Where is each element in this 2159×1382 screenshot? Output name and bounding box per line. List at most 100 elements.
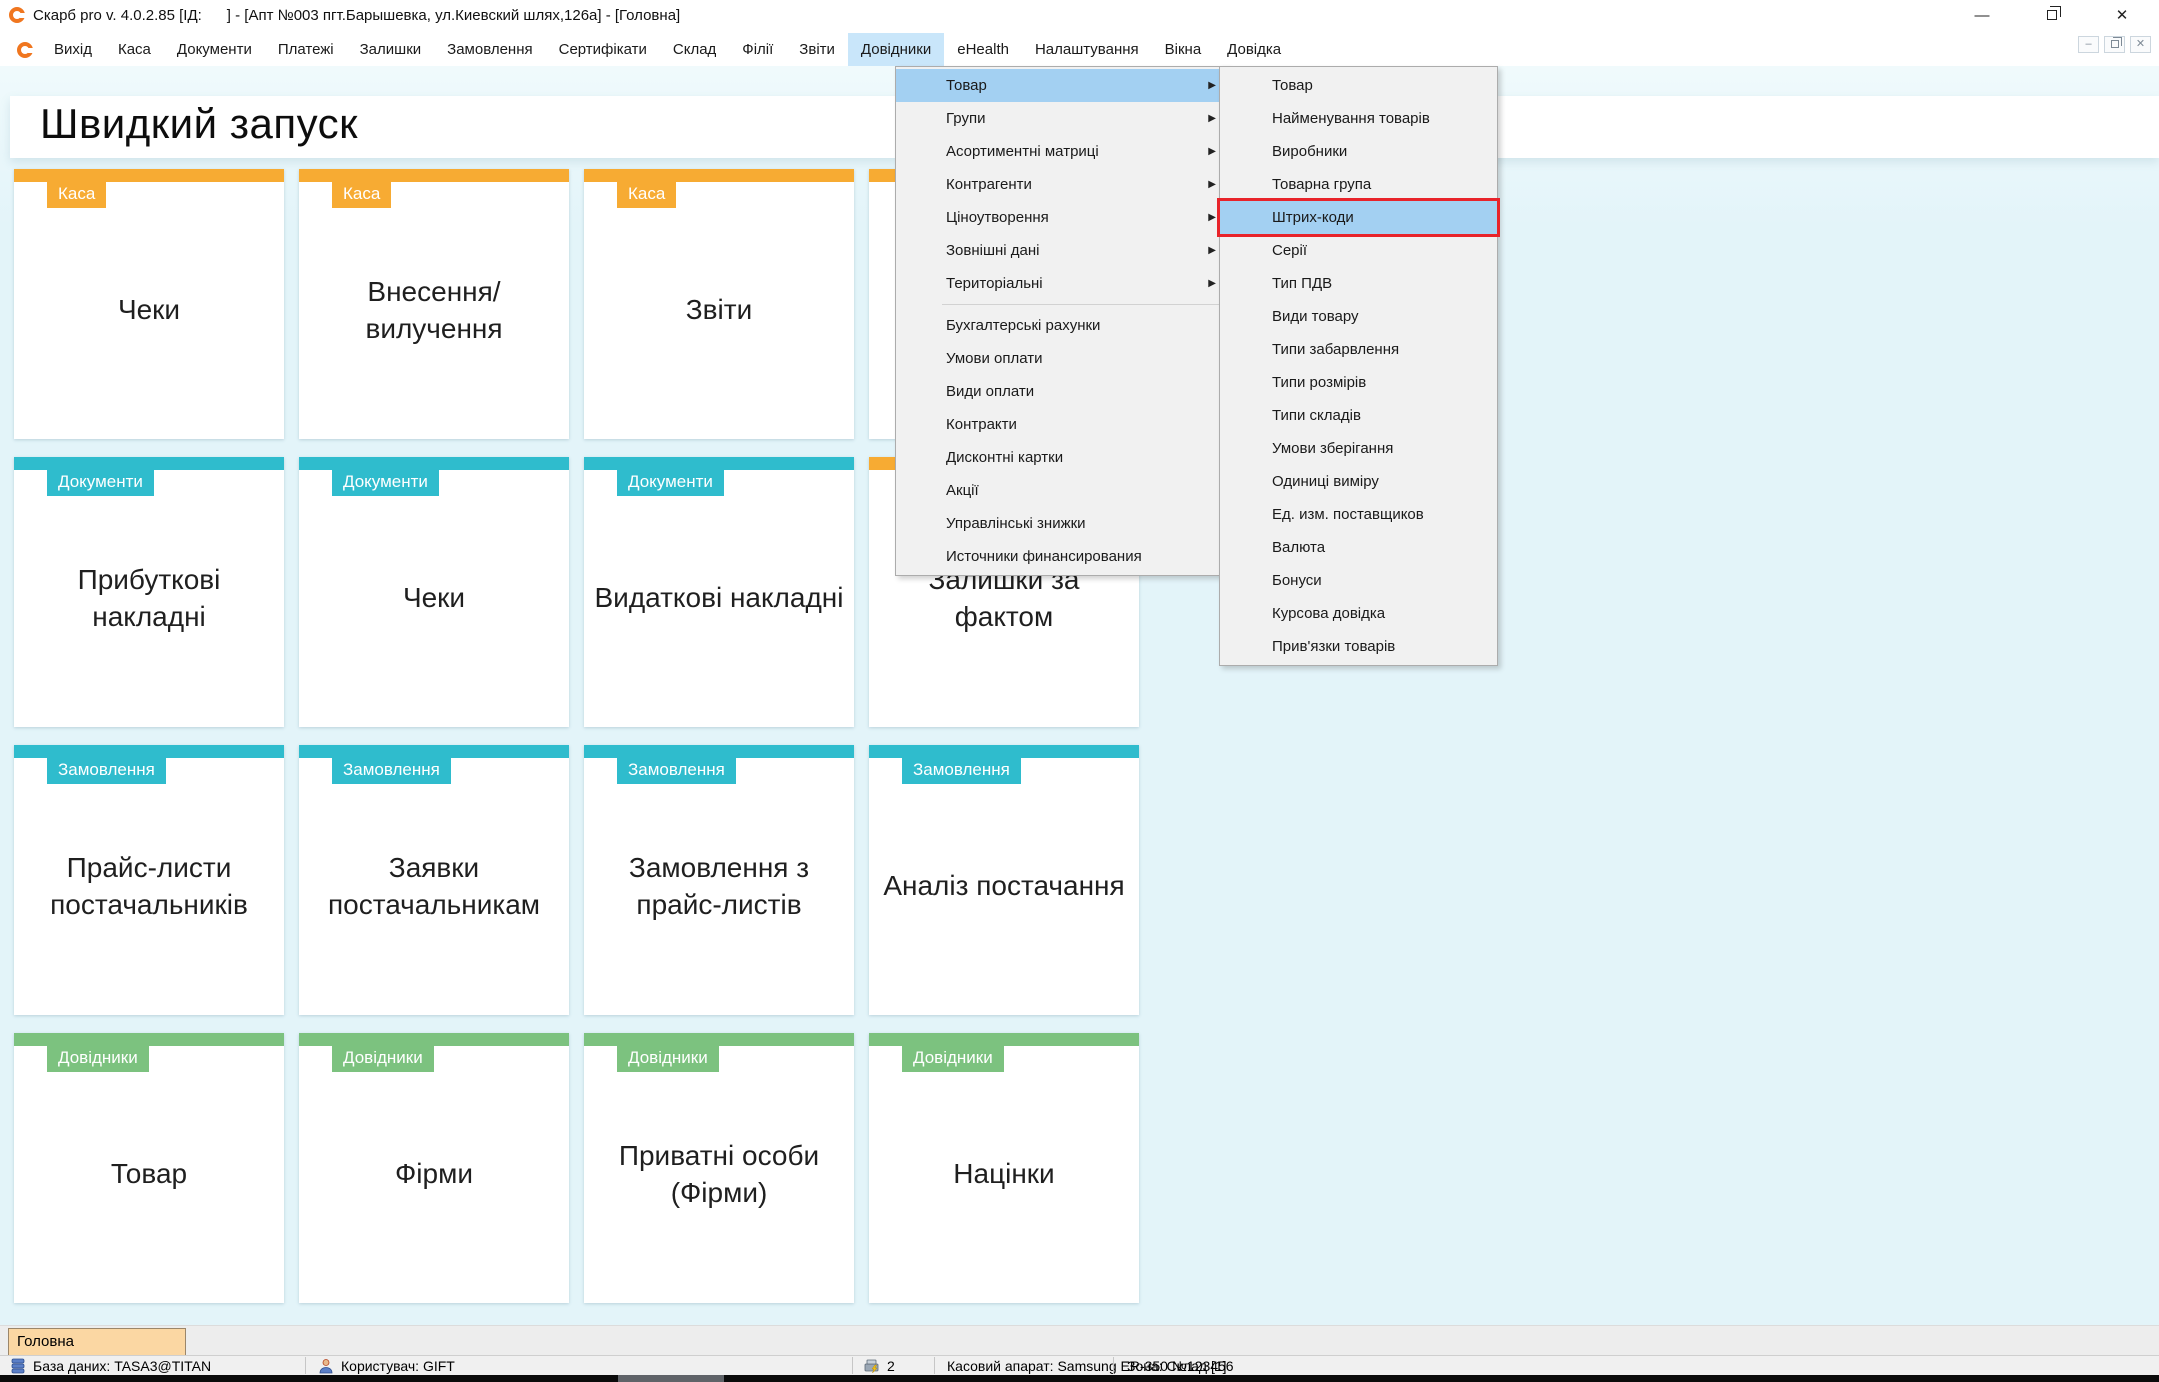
submenu-arrow-icon: ▶ — [1208, 201, 1216, 234]
tile-cheky-kasa[interactable]: КасаЧеки — [14, 169, 284, 439]
tile-natsinky[interactable]: ДовідникиНацінки — [869, 1033, 1139, 1303]
mdi-restore-button[interactable] — [2104, 36, 2125, 53]
tab-row: Головна — [0, 1325, 2159, 1355]
mdi-restore-icon — [2111, 40, 2119, 48]
tile-zaiavky-postachalnykam[interactable]: ЗамовленняЗаявки постачальникам — [299, 745, 569, 1015]
tile-analiz-postachannia[interactable]: ЗамовленняАналіз постачання — [869, 745, 1139, 1015]
tile-vnesennia-vyluchennia[interactable]: КасаВнесення/вилучення — [299, 169, 569, 439]
submenu-item-ed-izm-postavshchikov[interactable]: Ед. изм. поставщиков — [1220, 498, 1497, 531]
menu-item-tovar[interactable]: Товар▶ — [896, 69, 1227, 102]
close-button[interactable]: ✕ — [2099, 0, 2145, 30]
menu-item-asortymentni-matrytsi[interactable]: Асортиментні матриці▶ — [896, 135, 1227, 168]
tile-prybutkovi-nakladni[interactable]: ДокументиПрибуткові накладні — [14, 457, 284, 727]
tile-pryvatni-osoby-firmy[interactable]: ДовідникиПриватні особи (Фірми) — [584, 1033, 854, 1303]
submenu-item-tovar[interactable]: Товар — [1220, 69, 1497, 102]
tovar-submenu: Товар Найменування товарів Виробники Тов… — [1219, 66, 1498, 666]
submenu-arrow-icon: ▶ — [1208, 135, 1216, 168]
submenu-item-kursova-dovidka[interactable]: Курсова довідка — [1220, 597, 1497, 630]
menubar-item-dovidka[interactable]: Довідка — [1214, 33, 1294, 66]
tile-zamovlennia-z-price-lystiv[interactable]: ЗамовленняЗамовлення з прайс-листів — [584, 745, 854, 1015]
tile-vydatkovi-nakladni[interactable]: ДокументиВидаткові накладні — [584, 457, 854, 727]
menubar-item-zalyshky[interactable]: Залишки — [347, 33, 435, 66]
tile-cheky-dokumenty[interactable]: ДокументиЧеки — [299, 457, 569, 727]
menubar-item-sertyfikaty[interactable]: Сертифікати — [546, 33, 660, 66]
submenu-item-serii[interactable]: Серії — [1220, 234, 1497, 267]
menubar-item-sklad[interactable]: Склад — [660, 33, 729, 66]
restore-button[interactable] — [2029, 0, 2075, 30]
menubar-item-zvity[interactable]: Звіти — [786, 33, 848, 66]
tile-label: Звіти — [584, 182, 854, 439]
submenu-item-valiuta[interactable]: Валюта — [1220, 531, 1497, 564]
tile-tovar[interactable]: ДовідникиТовар — [14, 1033, 284, 1303]
submenu-item-typ-pdv[interactable]: Тип ПДВ — [1220, 267, 1497, 300]
menu-item-vydy-oplaty[interactable]: Види оплати — [896, 375, 1227, 408]
menubar: Вихід Каса Документи Платежі Залишки Зам… — [0, 30, 2159, 66]
submenu-item-vyrobnyky[interactable]: Виробники — [1220, 135, 1497, 168]
menubar-item-filii[interactable]: Філії — [729, 33, 786, 66]
tile-strip — [584, 745, 854, 758]
tile-strip — [584, 457, 854, 470]
page-title: Швидкий запуск — [40, 100, 358, 148]
submenu-item-shtrykh-kody[interactable]: Штрих-коди — [1220, 201, 1497, 234]
status-user: Користувач: GIFT — [318, 1356, 455, 1376]
menubar-item-nalashtuvannia[interactable]: Налаштування — [1022, 33, 1152, 66]
submenu-item-typy-skladiv[interactable]: Типи складів — [1220, 399, 1497, 432]
tile-label: Приватні особи (Фірми) — [584, 1046, 854, 1303]
mdi-close-button[interactable]: ✕ — [2130, 36, 2151, 53]
tab-holovna[interactable]: Головна — [8, 1328, 186, 1356]
menu-item-kontrahenty[interactable]: Контрагенти▶ — [896, 168, 1227, 201]
menubar-item-vikna[interactable]: Вікна — [1152, 33, 1215, 66]
menubar-item-ehealth[interactable]: eHealth — [944, 33, 1022, 66]
minimize-button[interactable]: — — [1959, 0, 2005, 30]
menu-item-zovnishni-dani[interactable]: Зовнішні дані▶ — [896, 234, 1227, 267]
submenu-arrow-icon: ▶ — [1208, 102, 1216, 135]
menubar-item-dokumenty[interactable]: Документи — [164, 33, 265, 66]
submenu-item-tovarna-hrupa[interactable]: Товарна група — [1220, 168, 1497, 201]
submenu-item-umovy-zberihannia[interactable]: Умови зберігання — [1220, 432, 1497, 465]
tile-price-lysty-postachalnykiv[interactable]: ЗамовленняПрайс-листи постачальників — [14, 745, 284, 1015]
mdi-minimize-button[interactable]: – — [2078, 36, 2099, 53]
menubar-item-dovidnyky[interactable]: Довідники — [848, 33, 944, 66]
menu-item-bukhhalterski-rakhunky[interactable]: Бухгалтерські рахунки — [896, 309, 1227, 342]
submenu-arrow-icon: ▶ — [1208, 168, 1216, 201]
app-logo-icon — [9, 7, 25, 23]
menu-item-hrupy[interactable]: Групи▶ — [896, 102, 1227, 135]
submenu-item-bonusy[interactable]: Бонуси — [1220, 564, 1497, 597]
taskbar-segment — [618, 1375, 724, 1382]
submenu-item-odynytsi-vymiru[interactable]: Одиниці виміру — [1220, 465, 1497, 498]
tile-label: Прайс-листи постачальників — [14, 758, 284, 1015]
submenu-item-naimenuvannia-tovariv[interactable]: Найменування товарів — [1220, 102, 1497, 135]
menu-item-aktsii[interactable]: Акції — [896, 474, 1227, 507]
menubar-item-vykhid[interactable]: Вихід — [41, 33, 105, 66]
menu-item-kontrakty[interactable]: Контракти — [896, 408, 1227, 441]
database-icon — [10, 1358, 26, 1374]
menubar-item-zamovlennia[interactable]: Замовлення — [434, 33, 545, 66]
menubar-item-platezhi[interactable]: Платежі — [265, 33, 347, 66]
menu-item-istochniki-finansirovaniya[interactable]: Источники финансирования — [896, 540, 1227, 573]
tile-label: Замовлення з прайс-листів — [584, 758, 854, 1015]
tile-label: Фірми — [299, 1046, 569, 1303]
tile-zvity-kasa[interactable]: КасаЗвіти — [584, 169, 854, 439]
tile-firmy[interactable]: ДовідникиФірми — [299, 1033, 569, 1303]
menu-item-umovy-oplaty[interactable]: Умови оплати — [896, 342, 1227, 375]
tile-label: Прибуткові накладні — [14, 470, 284, 727]
menu-item-dyskontni-kartky[interactable]: Дисконтні картки — [896, 441, 1227, 474]
submenu-arrow-icon: ▶ — [1208, 267, 1216, 300]
submenu-item-vydy-tovaru[interactable]: Види товару — [1220, 300, 1497, 333]
menu-item-tsinoutvorennia[interactable]: Ціноутворення▶ — [896, 201, 1227, 234]
menu-item-upravlinski-znyzhky[interactable]: Управлінські знижки — [896, 507, 1227, 540]
tile-strip — [14, 169, 284, 182]
tile-label: Товар — [14, 1046, 284, 1303]
submenu-item-typy-rozmiriv[interactable]: Типи розмірів — [1220, 366, 1497, 399]
submenu-item-typy-zabarvlennia[interactable]: Типи забарвлення — [1220, 333, 1497, 366]
menubar-item-kasa[interactable]: Каса — [105, 33, 164, 66]
submenu-item-pryviazky-tovariv[interactable]: Прив'язки товарів — [1220, 630, 1497, 663]
restore-icon — [2047, 10, 2057, 20]
menu-item-terytorialni[interactable]: Територіальні▶ — [896, 267, 1227, 300]
tile-strip — [584, 1033, 854, 1046]
tile-strip — [14, 1033, 284, 1046]
tile-label: Аналіз постачання — [869, 758, 1139, 1015]
tile-label: Націнки — [869, 1046, 1139, 1303]
user-icon — [318, 1358, 334, 1374]
minimize-icon: — — [1975, 7, 1990, 24]
